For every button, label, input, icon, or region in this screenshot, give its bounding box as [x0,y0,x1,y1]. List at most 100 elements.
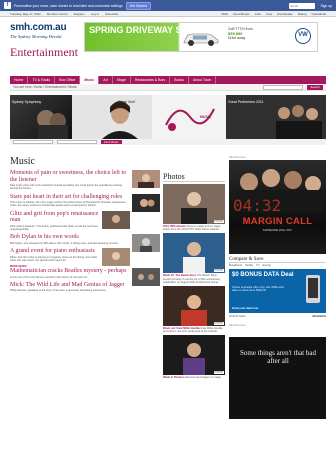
topline-link[interactable]: Log in [91,12,99,16]
tab-tv[interactable]: TV [256,264,259,267]
bonus-data-cta[interactable]: Grab your deal now [232,306,258,310]
promo-tile[interactable]: Sydney Symphony [10,95,72,139]
music-promo-strip: Sydney Symphony Rebel Wolf MUSIC Great P… [10,95,326,139]
photo-caption: Week out: Kate Miller-Heidke Kate Miller… [163,327,225,333]
find-music-input[interactable] [13,140,53,144]
compare-save-heading: Compare & Save [229,257,326,263]
android-sales-link[interactable]: Android Sales [229,315,246,318]
gallery-image [163,233,225,274]
find-music-button[interactable]: Find Music [101,139,122,145]
tab-energy[interactable]: Energy [263,264,272,267]
topline-right-link[interactable]: Dating [298,12,307,16]
photo-caption: Week 19: The Beach Boys The Beach Boys t… [163,274,225,284]
movie-ad-clock: 04:32 [233,196,282,215]
site-logo[interactable]: smh.com.au [10,22,67,33]
section-title[interactable]: Entertainment [10,45,78,60]
topline-right-link[interactable]: Real Estate [277,12,293,16]
promo-tile[interactable]: Great Performers 2011 [226,95,326,139]
story-summary: When Jennifer Locke is playing an imagin… [10,255,98,262]
story-thumbnail[interactable] [132,193,160,212]
topline-link[interactable]: Register [74,12,85,16]
facebook-logo-icon: f [4,2,11,9]
facebook-get-started-button[interactable]: Get Started [125,1,151,10]
topline-right-link[interactable]: Good Books [233,12,250,16]
photo-gallery-item[interactable]: PHOTO 2010 VMA Awards Stars on stage and… [163,184,225,231]
advertisement-label: Advertisement [229,324,246,327]
photo-badge: PHOTO [213,371,224,375]
nav-item-home[interactable]: Home [10,76,29,84]
topline-right-link[interactable]: Cars [266,12,272,16]
compare-tabs: Broadband Mobile TV Energy [229,264,326,267]
facebook-message: Personalise your news, save stories to r… [14,3,123,8]
gallery-photo[interactable]: PHOTO [163,335,225,376]
dark-ad[interactable]: Some things aren't that bad after all [229,337,326,419]
story-summary: Philip Norman, speaking at the time, it … [10,289,107,293]
story-thumbnail[interactable] [102,210,130,229]
promo-tile-label: Rebel Wolf [118,100,136,104]
promo-tile[interactable]: MUSIC [152,95,226,139]
facebook-sign-up-link[interactable]: Sign up [321,4,333,8]
list-item: Bob Dylan in his own words Bob Dylan, wh… [10,234,160,253]
nav-item-restaurants[interactable]: Restaurants & Bars [131,76,171,84]
advertisement-label: Advertisement [229,156,246,159]
banner-ad-price: $35,990 [228,30,243,36]
story-thumbnail[interactable] [132,234,160,253]
topline-right-link[interactable]: SMH [221,12,228,16]
singer-portrait-image [72,95,152,139]
story-thumbnail[interactable] [132,267,160,286]
photo-gallery-item[interactable]: PHOTO Week in Pictures Dancers and singe… [163,335,225,379]
search-button[interactable]: Search [307,84,323,90]
gallery-photo[interactable]: PHOTO [163,184,225,224]
story-thumbnail[interactable] [102,247,130,266]
nav-item-box-office[interactable]: Box Office [55,76,81,84]
nav-item-art[interactable]: Art [99,76,113,84]
gallery-image [163,335,225,376]
photo-caption-text: Dancers and singers on stage. [185,376,222,380]
music-logo-image [152,95,226,139]
story-summary: Well, what a pleasure. This archly, poli… [10,224,99,231]
movie-ad[interactable]: 04:32 MARGIN CALL SOMEONE WILL PAY [229,160,326,254]
whistleout-logo[interactable]: whistleOut [312,315,326,318]
promo-tile[interactable]: Rebel Wolf [72,95,152,139]
main-nav: Home TV & Radio Box Office Music Art Sta… [10,76,326,84]
bonus-data-ad[interactable]: $0 BONUS DATA Deal Online exclusive offe… [229,269,326,313]
photo-gallery-item[interactable]: PHOTO Week 19: The Beach Boys The Beach … [163,233,225,284]
banner-ad-text: Golf 77TSI from $35,990 Drive away [228,27,253,41]
topline-link[interactable]: Subscribe [105,12,118,16]
list-item: MORE MUSIC Mathematician cracks Beatles … [10,265,160,286]
photo-title[interactable]: Week in Pictures [163,376,184,379]
promo-tile-label: Great Performers 2011 [228,100,264,104]
story-headline[interactable]: Glitz and grit from pop's renaissance ma… [10,211,160,224]
nav-item-books[interactable]: Books [170,76,189,84]
photo-gallery-item[interactable]: PHOTO Week out: Kate Miller-Heidke Kate … [163,286,225,333]
music-news-column: Music Moments of pain or sweetness, the … [10,156,160,296]
gallery-photo[interactable]: PHOTO [163,286,225,327]
gallery-photo[interactable]: PHOTO [163,233,225,274]
nav-item-about-town[interactable]: About Town [189,76,217,84]
bonus-data-body: Online exclusive offer only. Get 4GB ext… [232,285,284,293]
tab-mobile[interactable]: Mobile [245,264,253,267]
list-item: Moments of pain or sweetness, the choice… [10,170,160,191]
nav-item-music[interactable]: Music [80,76,100,84]
breadcrumb[interactable]: You are here: Home / Entertainment / Mus… [13,85,77,89]
dark-ad-text: Some things aren't that bad after all [240,349,316,365]
photo-badge: PHOTO [213,322,224,326]
list-item: Stars put heart in their art for challen… [10,193,160,212]
topline-right-link[interactable]: Classifieds [311,12,326,16]
tab-broadband[interactable]: Broadband [229,264,242,267]
photo-caption: Week in Pictures Dancers and singers on … [163,376,225,379]
nav-item-tv-radio[interactable]: TV & Radio [28,76,56,84]
breadcrumb-bar: You are here: Home / Entertainment / Mus… [10,84,326,91]
topline-link[interactable]: Member Centre [47,12,68,16]
photo-badge: PHOTO [213,269,224,273]
search-input[interactable] [263,84,303,90]
find-music-select[interactable] [57,140,97,144]
banner-ad[interactable]: SPRING DRIVEWAY SALE Golf 77TSI from $35… [84,22,318,52]
top-utility-bar: Tuesday, May 17, 2011 Member Centre Regi… [0,11,336,17]
promo-tile-label: Sydney Symphony [12,100,42,104]
story-thumbnail[interactable] [132,170,160,188]
list-item: Glitz and grit from pop's renaissance ma… [10,210,160,232]
facebook-email-field[interactable]: Email [288,2,315,9]
topline-right-link[interactable]: Jobs [255,12,261,16]
nav-item-stage[interactable]: Stage [113,76,131,84]
